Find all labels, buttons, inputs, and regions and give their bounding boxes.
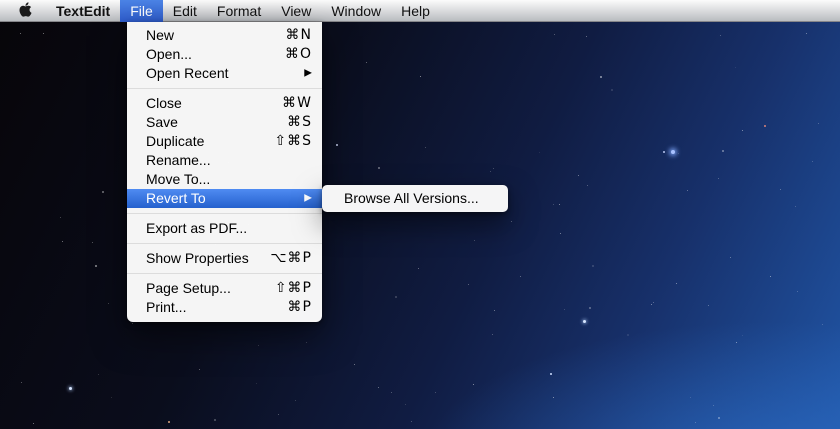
menubar-item-file[interactable]: File [120,0,163,22]
menu-item-open[interactable]: Open... ⌘O [127,45,322,64]
desktop-wallpaper[interactable] [0,0,840,429]
menu-item-shortcut: ⌘W [282,94,312,113]
menubar-item-help[interactable]: Help [391,0,440,22]
menu-item-open-recent[interactable]: Open Recent ▶ [127,64,322,83]
menubar-item-edit[interactable]: Edit [163,0,207,22]
menu-separator [127,88,322,89]
menubar-item-app-name[interactable]: TextEdit [46,0,120,22]
apple-menu[interactable] [5,0,46,22]
menu-item-new[interactable]: New ⌘N [127,26,322,45]
menu-item-shortcut: ⌘S [287,113,312,132]
file-menu-dropdown: New ⌘N Open... ⌘O Open Recent ▶ Close ⌘W… [127,22,322,322]
submenu-arrow-icon: ▶ [304,189,312,208]
menu-item-revert-to[interactable]: Revert To ▶ [127,189,322,208]
menu-item-label: Browse All Versions... [344,189,479,208]
menu-item-label: Print... [146,298,186,317]
menu-item-shortcut: ⌘O [285,45,312,64]
menu-item-label: Close [146,94,182,113]
menu-item-rename[interactable]: Rename... [127,151,322,170]
menu-item-label: Open Recent [146,64,229,83]
menu-item-label: Move To... [146,170,210,189]
menu-item-label: Show Properties [146,249,249,268]
revert-to-submenu: Browse All Versions... [322,185,508,212]
menu-item-shortcut: ⌘N [286,26,312,45]
menu-item-label: Page Setup... [146,279,231,298]
menu-item-show-properties[interactable]: Show Properties ⌥⌘P [127,249,322,268]
menubar-item-window[interactable]: Window [321,0,391,22]
menu-item-save[interactable]: Save ⌘S [127,113,322,132]
menu-item-close[interactable]: Close ⌘W [127,94,322,113]
menu-item-label: New [146,26,174,45]
menu-item-label: Rename... [146,151,211,170]
menu-item-label: Duplicate [146,132,204,151]
menu-item-print[interactable]: Print... ⌘P [127,298,322,317]
submenu-arrow-icon: ▶ [304,64,312,83]
menu-item-shortcut: ⌘P [288,298,312,317]
menu-item-label: Open... [146,45,192,64]
menubar-item-view[interactable]: View [271,0,321,22]
menu-item-shortcut: ⇧⌘S [274,132,312,151]
menu-item-page-setup[interactable]: Page Setup... ⇧⌘P [127,279,322,298]
menu-item-shortcut: ⌥⌘P [270,249,312,268]
menu-item-export-as-pdf[interactable]: Export as PDF... [127,219,322,238]
menu-item-move-to[interactable]: Move To... [127,170,322,189]
menu-item-label: Export as PDF... [146,219,247,238]
menu-separator [127,243,322,244]
menu-item-browse-all-versions[interactable]: Browse All Versions... [322,189,508,208]
menu-separator [127,273,322,274]
menu-item-duplicate[interactable]: Duplicate ⇧⌘S [127,132,322,151]
apple-icon [18,1,33,21]
menu-separator [127,213,322,214]
menu-bar: TextEdit File Edit Format View Window He… [0,0,840,22]
menu-item-shortcut: ⇧⌘P [275,279,312,298]
menu-item-label: Revert To [146,189,206,208]
menubar-item-format[interactable]: Format [207,0,271,22]
menu-item-label: Save [146,113,178,132]
